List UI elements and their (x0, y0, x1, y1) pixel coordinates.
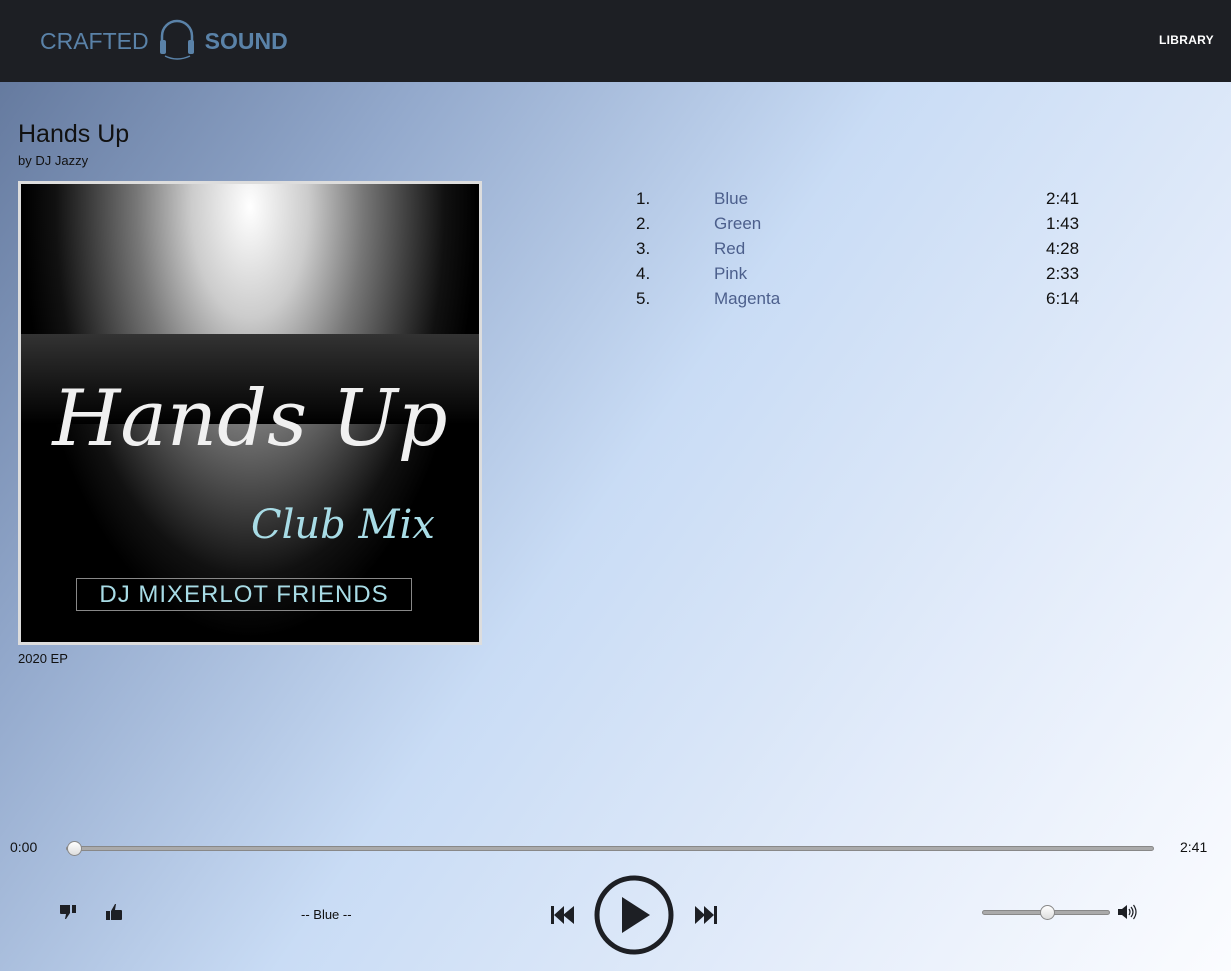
track-duration: 1:43 (1046, 213, 1080, 233)
track-row[interactable]: 2. Green 1:43 (636, 211, 1079, 236)
track-duration: 2:33 (1046, 263, 1080, 283)
track-duration: 4:28 (1046, 238, 1080, 258)
track-number: 1. (636, 188, 651, 208)
track-number: 5. (636, 288, 651, 308)
track-title[interactable]: Pink (714, 264, 1046, 284)
previous-track-icon[interactable] (551, 905, 575, 925)
track-duration: 6:14 (1046, 288, 1080, 308)
album-release: 2020 EP (18, 651, 68, 666)
cover-artist: DJ MIXERLOT FRIENDS (76, 578, 412, 611)
track-duration: 2:41 (1046, 188, 1080, 208)
track-title[interactable]: Blue (714, 189, 1046, 209)
volume-slider[interactable] (982, 905, 1110, 920)
track-list: 1. Blue 2:41 2. Green 1:43 3. Red 4:28 4. Pink 2… (636, 186, 1079, 311)
track-number: 2. (636, 213, 651, 233)
track-row[interactable]: 5. Magenta 6:14 (636, 286, 1079, 311)
current-time: 0:00 (10, 839, 38, 855)
track-title[interactable]: Green (714, 214, 1046, 234)
cover-title: Hands Up (52, 374, 448, 464)
track-row[interactable]: 3. Red 4:28 (636, 236, 1079, 261)
play-icon (622, 897, 650, 933)
album-cover: Hands Up Club Mix DJ MIXERLOT FRIENDS (18, 181, 482, 645)
track-title[interactable]: Magenta (714, 289, 1046, 309)
seek-slider[interactable] (66, 841, 1154, 856)
track-row[interactable]: 1. Blue 2:41 (636, 186, 1079, 211)
play-button[interactable] (594, 875, 674, 955)
thumbs-down-icon[interactable] (59, 903, 77, 921)
track-number: 3. (636, 238, 651, 258)
album-artist: by DJ Jazzy (18, 153, 89, 168)
track-title[interactable]: Red (714, 239, 1046, 259)
cover-subtitle: Club Mix (251, 502, 435, 548)
next-track-icon[interactable] (694, 905, 718, 925)
track-number: 4. (636, 263, 651, 283)
thumbs-up-icon[interactable] (105, 903, 123, 921)
logo-text-left: CRAFTED (40, 27, 149, 54)
volume-slider-thumb[interactable] (1039, 905, 1055, 920)
headphones-icon (159, 19, 194, 60)
logo-text-right: SOUND (204, 27, 288, 54)
nav-library-link[interactable]: LIBRARY (1159, 33, 1214, 47)
seek-slider-thumb[interactable] (67, 841, 82, 856)
volume-icon[interactable] (1117, 904, 1137, 920)
logo[interactable]: CRAFTED SOUND (40, 18, 288, 64)
now-playing: -- Blue -- (301, 907, 352, 922)
total-time: 2:41 (1180, 839, 1208, 855)
track-row[interactable]: 4. Pink 2:33 (636, 261, 1079, 286)
album-title: Hands Up (18, 120, 130, 148)
top-bar: CRAFTED SOUND LIBRARY (0, 0, 1231, 82)
